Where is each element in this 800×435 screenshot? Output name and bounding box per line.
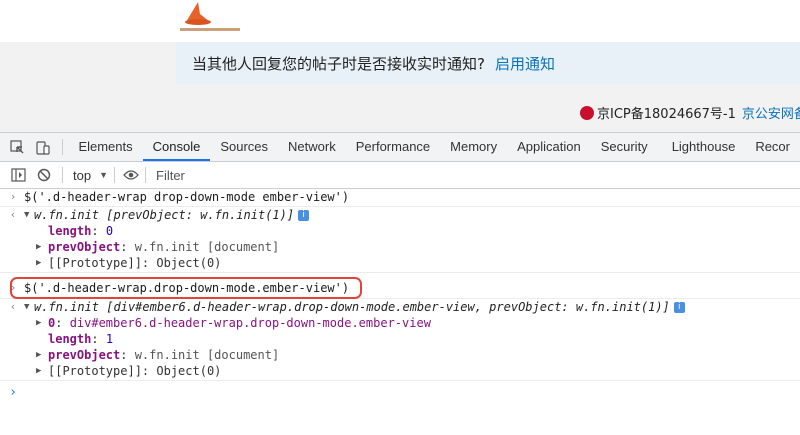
object-preview: [prevObject: w.fn.init(1)] [106, 208, 294, 222]
context-selector[interactable]: top ▼ [73, 168, 108, 183]
console-prompt[interactable]: › [0, 385, 800, 401]
highlight-annotation-box [10, 277, 362, 299]
icp-link[interactable]: 京ICP备18024667号-1 [597, 103, 736, 122]
property-value: div#ember6.d-header-wrap.drop-down-mode.… [70, 316, 431, 330]
tab-console[interactable]: Console [143, 133, 211, 161]
tab-elements[interactable]: Elements [68, 133, 142, 161]
enable-notification-link[interactable]: 启用通知 [495, 53, 555, 74]
context-label: top [73, 168, 91, 183]
expand-toggle-icon[interactable]: ▼ [24, 299, 34, 315]
filter-input[interactable]: Filter [156, 168, 185, 183]
expand-toggle-icon[interactable]: ▼ [24, 207, 34, 223]
dropdown-arrow-icon: ▼ [99, 170, 108, 180]
sidebar-toggle-icon[interactable] [10, 167, 26, 183]
info-icon[interactable]: i [674, 302, 685, 313]
property-line: length: 1 [0, 331, 800, 347]
tab-application[interactable]: Application [507, 133, 591, 161]
toolbar-divider [145, 167, 146, 183]
expand-toggle-icon[interactable]: ▶ [36, 315, 46, 331]
command-text[interactable]: $('.d-header-wrap drop-down-mode ember-v… [24, 189, 349, 205]
property-line[interactable]: ▶ [[Prototype]]: Object(0) [0, 255, 800, 271]
result-arrow-icon: ‹ [8, 299, 18, 315]
property-line[interactable]: ▶ prevObject: w.fn.init [document] [0, 239, 800, 255]
notification-banner: 当其他人回复您的帖子时是否接收实时通知? 启用通知 [176, 42, 800, 84]
tab-memory[interactable]: Memory [440, 133, 507, 161]
police-badge-icon [580, 106, 594, 120]
console-input-line: › $('.d-header-wrap drop-down-mode ember… [0, 189, 800, 205]
expand-toggle-icon[interactable]: ▶ [36, 347, 46, 363]
live-expression-eye-icon[interactable] [123, 167, 139, 183]
tab-lighthouse[interactable]: Lighthouse [662, 133, 746, 161]
property-value: w.fn.init [document] [135, 348, 280, 362]
expand-toggle-icon[interactable]: ▶ [36, 239, 46, 255]
tab-recorder[interactable]: Recor [745, 133, 800, 161]
notification-text: 当其他人回复您的帖子时是否接收实时通知? [192, 53, 485, 74]
divider [0, 272, 800, 273]
tab-performance[interactable]: Performance [346, 133, 440, 161]
property-line: length: 0 [0, 223, 800, 239]
console-result-line[interactable]: ‹ ▼ w.fn.init [prevObject: w.fn.init(1)]… [0, 207, 800, 223]
property-value: 1 [106, 332, 113, 346]
property-key: prevObject [48, 348, 120, 362]
device-toolbar-icon[interactable] [35, 139, 50, 155]
expand-toggle-icon[interactable]: ▶ [36, 255, 46, 271]
console-toolbar: top ▼ Filter [0, 162, 800, 189]
input-prompt-icon: › [8, 189, 18, 205]
toolbar-divider [62, 167, 63, 183]
expand-toggle-icon[interactable]: ▶ [36, 363, 46, 379]
property-value: w.fn.init [document] [135, 240, 280, 254]
property-line[interactable]: ▶ prevObject: w.fn.init [document] [0, 347, 800, 363]
info-icon[interactable]: i [298, 210, 309, 221]
object-type: w.fn.init [34, 300, 99, 314]
tab-security[interactable]: Security [591, 133, 658, 161]
devtools-tabbar: Elements Console Sources Network Perform… [0, 133, 800, 162]
divider [0, 380, 800, 381]
inspect-element-icon[interactable] [10, 139, 25, 155]
property-key: length [48, 332, 91, 346]
clear-console-icon[interactable] [36, 167, 52, 183]
toolbar-divider [114, 167, 115, 183]
property-key: length [48, 224, 91, 238]
tab-sources[interactable]: Sources [210, 133, 278, 161]
object-preview: [div#ember6.d-header-wrap.drop-down-mode… [106, 300, 670, 314]
icp-info: 京ICP备18024667号-1 京公安网备 110 [580, 103, 800, 122]
property-key: prevObject [48, 240, 120, 254]
console-result-line[interactable]: ‹ ▼ w.fn.init [div#ember6.d-header-wrap.… [0, 299, 800, 315]
object-type: w.fn.init [34, 208, 99, 222]
property-line[interactable]: ▶ [[Prototype]]: Object(0) [0, 363, 800, 379]
property-value: 0 [106, 224, 113, 238]
tab-network[interactable]: Network [278, 133, 346, 161]
result-arrow-icon: ‹ [8, 207, 18, 223]
property-line[interactable]: ▶ 0: div#ember6.d-header-wrap.drop-down-… [0, 315, 800, 331]
police-record-link[interactable]: 京公安网备 110 [742, 103, 800, 122]
prompt-caret-icon: › [8, 385, 18, 401]
prototype-text: [[Prototype]]: Object(0) [48, 255, 221, 271]
site-logo[interactable] [180, 0, 240, 36]
prototype-text: [[Prototype]]: Object(0) [48, 363, 221, 379]
page-header [0, 0, 800, 43]
